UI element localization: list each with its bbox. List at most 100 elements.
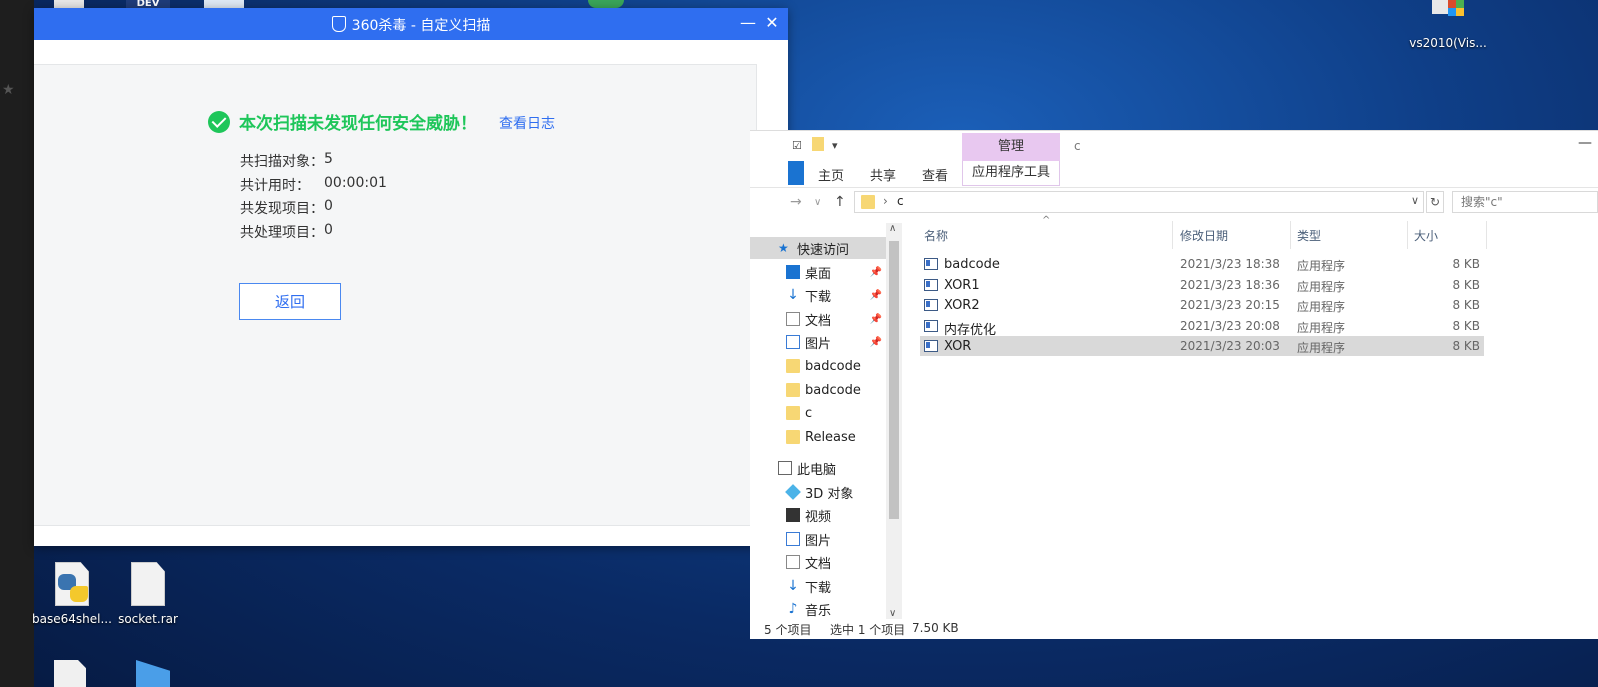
file-type: 应用程序 — [1297, 341, 1346, 355]
file-row-selected[interactable]: XOR 2021/3/23 20:03 应用程序 8 KB — [920, 336, 1484, 356]
nav-item-videos[interactable]: 视频 — [750, 504, 886, 526]
explorer-titlebar[interactable]: ☑ ▾ 管理 c — — [750, 131, 1598, 161]
column-header-name[interactable]: 名称 — [924, 227, 948, 244]
nav-item-pc-pictures[interactable]: 图片 — [750, 528, 886, 550]
new-folder-icon[interactable] — [812, 137, 824, 151]
column-divider[interactable] — [1486, 221, 1487, 249]
star-icon[interactable]: ★ — [2, 82, 15, 98]
nav-item-desktop[interactable]: 桌面 📌 — [750, 261, 886, 283]
nav-label: badcode — [805, 358, 861, 374]
view-log-link[interactable]: 查看日志 — [499, 113, 555, 133]
nav-item-badcode[interactable]: badcode — [750, 355, 886, 377]
nav-item-documents[interactable]: 文档 📌 — [750, 308, 886, 330]
desktop-icon-base64shell[interactable]: base64shel... — [32, 562, 112, 626]
executable-icon — [924, 319, 938, 332]
column-divider[interactable] — [1290, 221, 1291, 249]
file-date: 2021/3/23 18:38 — [1180, 257, 1280, 271]
tab-view[interactable]: 查看 — [922, 165, 948, 184]
close-button[interactable]: ✕ — [761, 12, 783, 34]
stat-key: 共扫描对象： — [240, 154, 324, 170]
nav-item-music[interactable]: ♪ 音乐 — [750, 598, 886, 620]
folder-icon — [786, 359, 800, 373]
pin-icon[interactable]: 📌 — [870, 314, 882, 325]
forward-arrow-icon[interactable]: → — [790, 194, 802, 210]
pin-icon[interactable]: 📌 — [870, 267, 882, 278]
nav-label: Release — [805, 429, 856, 445]
desktop-icon-partial-2[interactable] — [204, 0, 244, 8]
stat-row: 共发现项目： 0 — [240, 198, 387, 222]
scroll-down-icon[interactable]: ∨ — [889, 608, 896, 619]
chevron-down-icon[interactable]: ∨ — [1411, 194, 1419, 207]
executable-icon — [924, 340, 938, 352]
column-header-date[interactable]: 修改日期 — [1180, 227, 1228, 244]
file-name: XOR2 — [944, 298, 980, 313]
column-header-type[interactable]: 类型 — [1297, 227, 1321, 244]
nav-item-pictures[interactable]: 图片 📌 — [750, 331, 886, 353]
star-icon: ★ — [778, 241, 789, 255]
nav-label: 此电脑 — [797, 462, 837, 478]
stat-key: 共发现项目： — [240, 201, 324, 217]
scrollbar-thumb[interactable] — [889, 241, 899, 519]
minimize-button[interactable]: — — [737, 12, 759, 34]
pin-icon[interactable]: 📌 — [870, 337, 882, 348]
nav-item-c[interactable]: c — [750, 402, 886, 424]
file-row[interactable]: badcode 2021/3/23 18:38 应用程序 8 KB — [920, 254, 1484, 274]
document-icon — [786, 555, 800, 569]
column-header-size[interactable]: 大小 — [1414, 227, 1438, 244]
desktop-icon-partial[interactable] — [54, 0, 84, 8]
properties-icon[interactable]: ☑ — [792, 139, 802, 152]
blank-file-icon — [126, 562, 170, 608]
scanner-titlebar[interactable]: 360杀毒 - 自定义扫描 — ✕ — [34, 8, 788, 40]
chevron-right-icon[interactable]: › — [883, 194, 888, 208]
nav-item-downloads[interactable]: ↓ 下载 📌 — [750, 284, 886, 306]
folder-icon — [861, 195, 875, 209]
desktop-icon-vs2010[interactable]: vs2010(Vis... — [1408, 0, 1488, 50]
up-arrow-icon[interactable]: ↑ — [834, 194, 846, 210]
executable-icon — [924, 278, 938, 291]
nav-item-3d-objects[interactable]: 3D 对象 — [750, 481, 886, 503]
desktop-icon-socket-rar[interactable]: socket.rar — [108, 562, 188, 626]
nav-item-release[interactable]: Release — [750, 426, 886, 448]
scroll-up-icon[interactable]: ∧ — [889, 223, 896, 234]
pin-icon[interactable]: 📌 — [870, 290, 882, 301]
nav-label: 视频 — [805, 509, 832, 525]
stat-value: 00:00:01 — [324, 174, 387, 191]
nav-quick-access[interactable]: ★ 快速访问 — [750, 237, 886, 259]
tab-share[interactable]: 共享 — [870, 165, 896, 184]
minimize-button[interactable]: — — [1578, 135, 1592, 151]
address-segment[interactable]: c — [897, 194, 904, 208]
back-button[interactable]: 返回 — [239, 283, 341, 320]
desktop-icon-partial-bottom-2[interactable] — [136, 660, 170, 687]
file-row[interactable]: 内存优化 2021/3/23 20:08 应用程序 8 KB — [920, 316, 1484, 338]
stat-value: 5 — [324, 151, 333, 167]
desktop-icon-partial-bottom[interactable] — [54, 660, 86, 687]
desktop-icon-dev[interactable]: DEV — [126, 0, 170, 8]
desktop-icon-partial-3[interactable] — [588, 0, 624, 8]
file-size: 8 KB — [1452, 339, 1480, 353]
tab-home[interactable]: 主页 — [818, 165, 844, 184]
column-divider[interactable] — [1172, 221, 1173, 249]
nav-item-pc-documents[interactable]: 文档 — [750, 551, 886, 573]
refresh-button[interactable]: ↻ — [1426, 191, 1444, 213]
file-type: 应用程序 — [1297, 320, 1346, 335]
file-row[interactable]: XOR1 2021/3/23 18:36 应用程序 8 KB — [920, 275, 1484, 295]
tab-file[interactable] — [788, 161, 804, 185]
nav-item-badcode-2[interactable]: badcode — [750, 379, 886, 401]
explorer-title: c — [1074, 139, 1081, 153]
file-type: 应用程序 — [1297, 300, 1346, 314]
recent-dropdown-icon[interactable]: ∨ — [814, 197, 821, 208]
address-row: → ∨ ↑ › c ∨ ↻ 搜索"c" — [750, 189, 1598, 217]
tab-app-tools[interactable]: 应用程序工具 — [962, 161, 1060, 186]
customize-qa-icon[interactable]: ▾ — [832, 139, 838, 152]
nav-scrollbar[interactable]: ∧ ∨ — [886, 223, 902, 619]
nav-label: 图片 — [805, 336, 832, 352]
tab-manage[interactable]: 管理 — [962, 133, 1060, 161]
column-divider[interactable] — [1407, 221, 1408, 249]
picture-icon — [786, 335, 800, 349]
search-input[interactable]: 搜索"c" — [1452, 191, 1598, 213]
address-bar[interactable]: › c ∨ — [854, 191, 1424, 213]
nav-this-pc[interactable]: 此电脑 — [750, 457, 886, 479]
stat-key: 共计用时： — [240, 177, 310, 194]
nav-item-pc-downloads[interactable]: ↓ 下载 — [750, 575, 886, 597]
file-row[interactable]: XOR2 2021/3/23 20:15 应用程序 8 KB — [920, 295, 1484, 315]
